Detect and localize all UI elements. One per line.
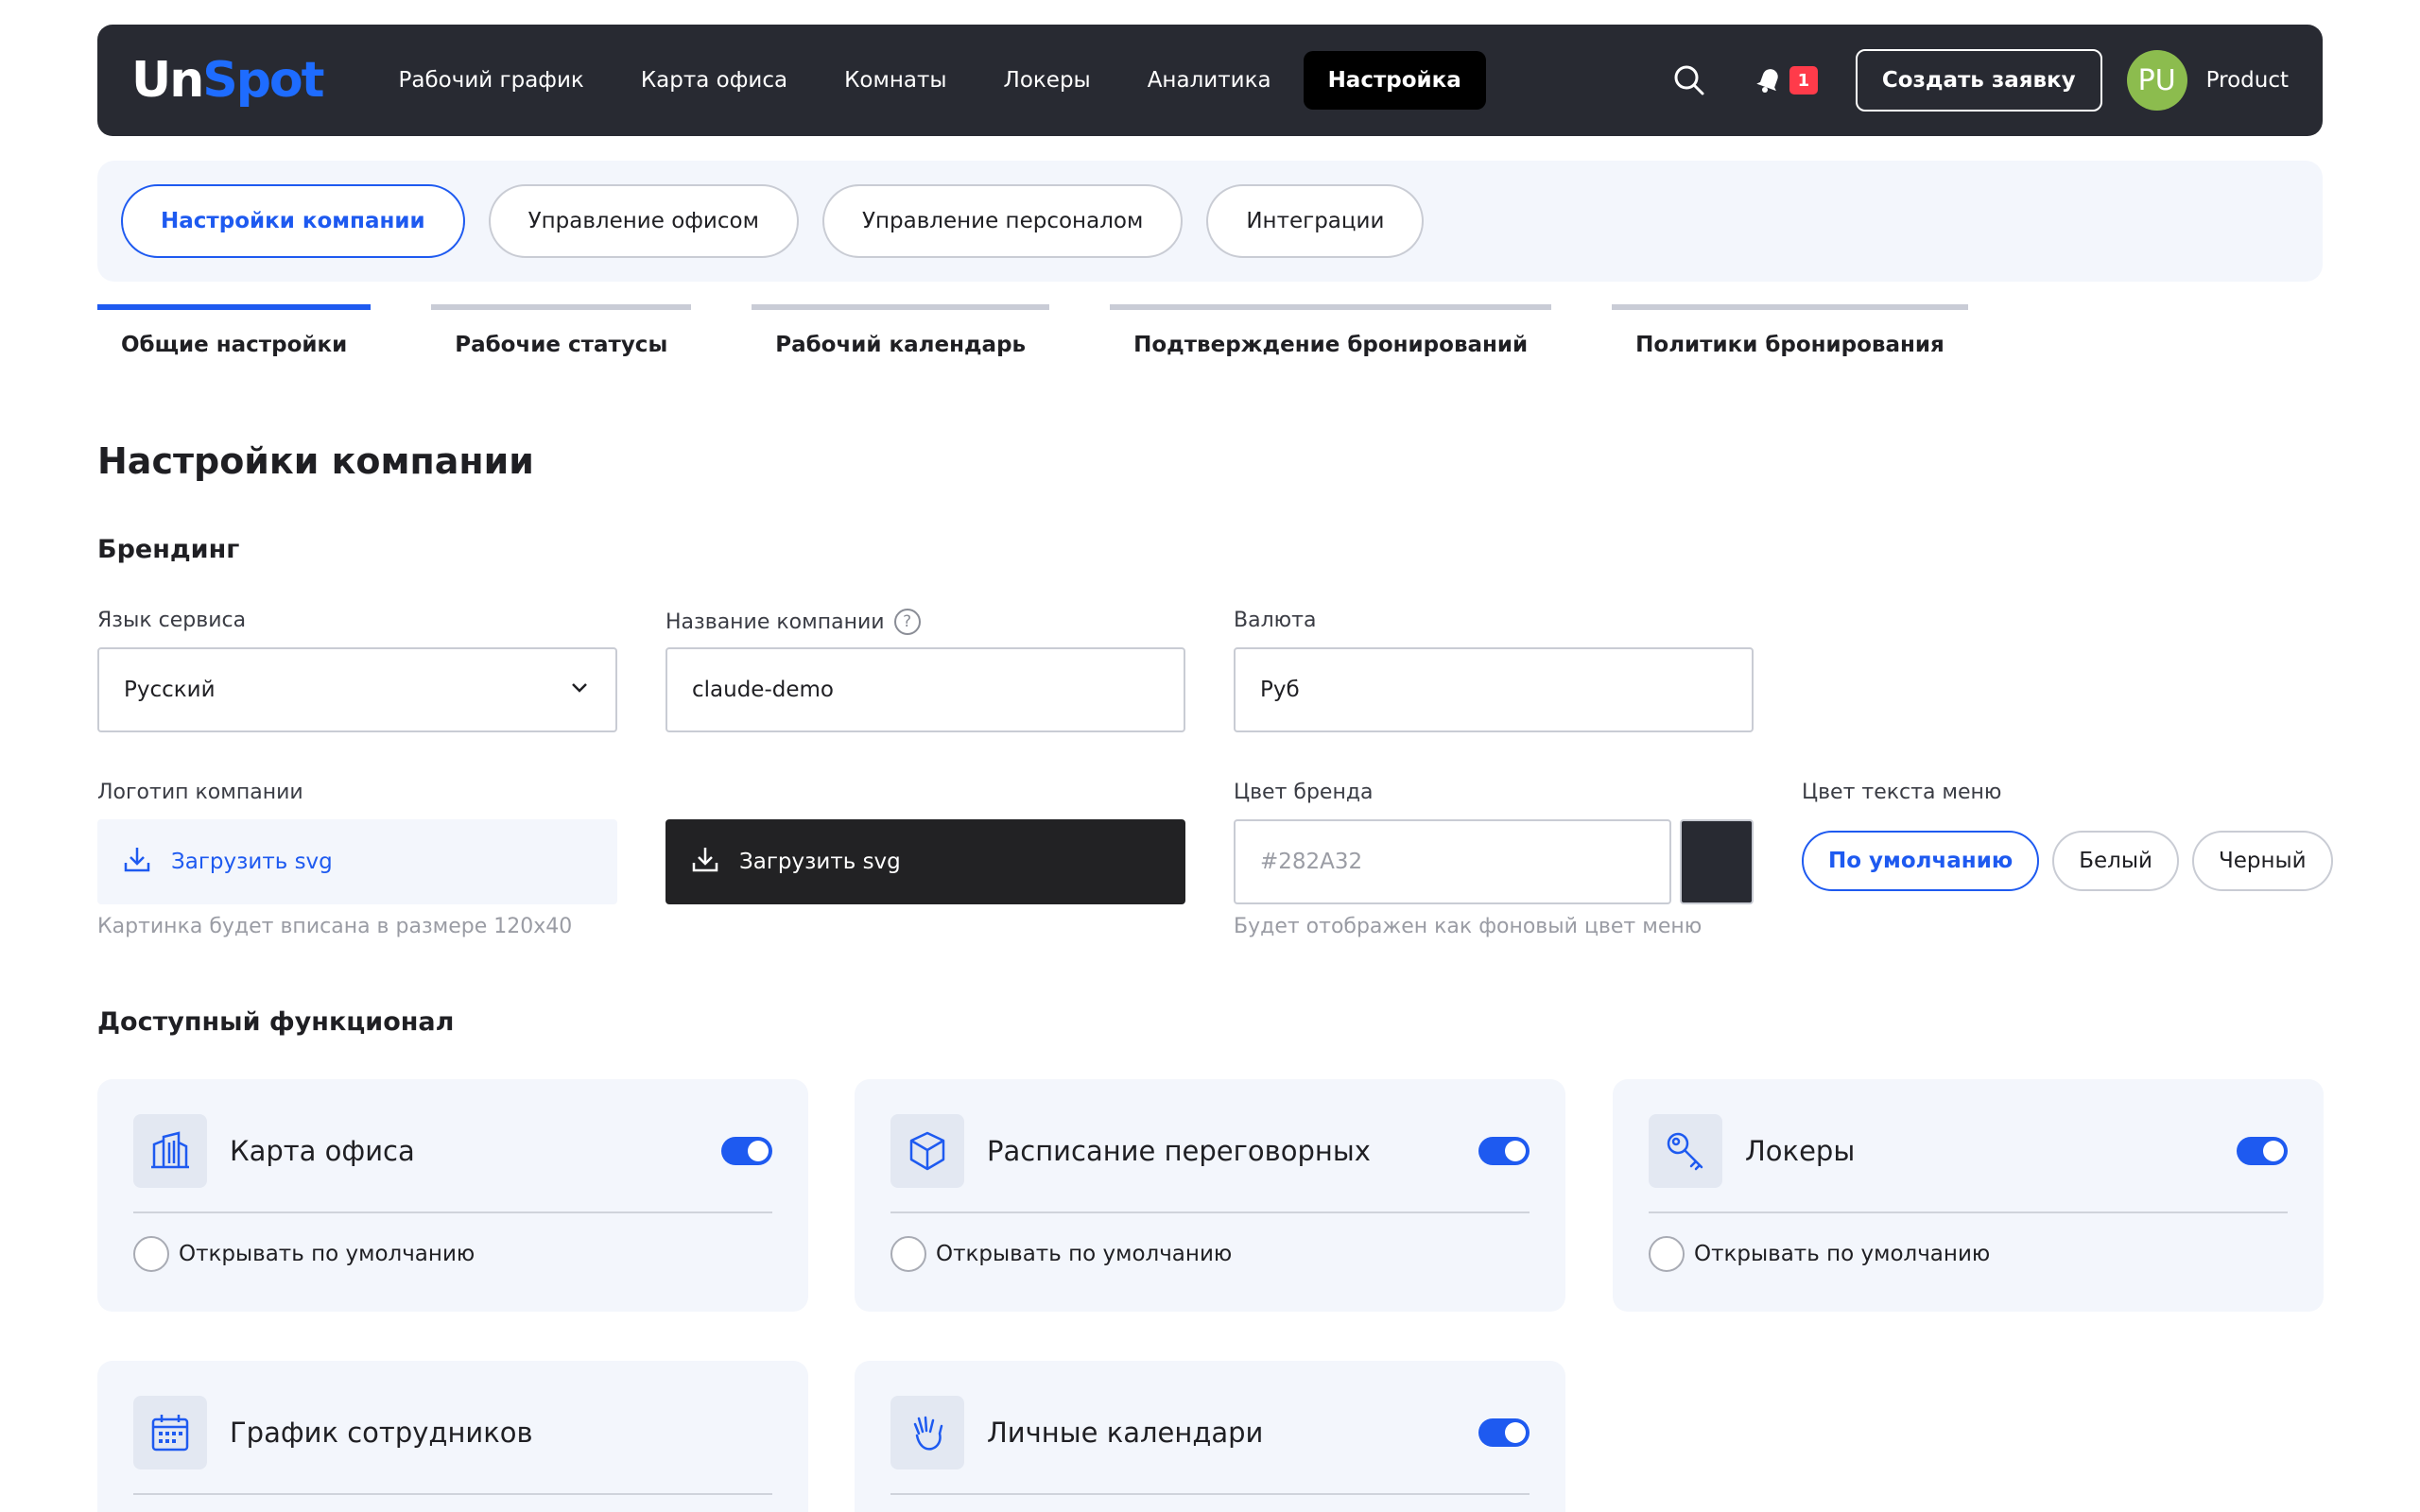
currency-input[interactable]: Руб (1234, 647, 1754, 732)
currency-label: Валюта (1234, 609, 1317, 632)
brand-color-input[interactable]: #282A32 (1234, 819, 1671, 904)
open-default-label: Открывать по умолчанию (179, 1242, 475, 1266)
logo-hint: Картинка будет вписана в размере 120х40 (97, 915, 573, 938)
language-label: Язык сервиса (97, 609, 247, 632)
tab-company-settings[interactable]: Настройки компании (121, 184, 465, 258)
divider (890, 1493, 1530, 1495)
header-actions: 1 Создать заявку PU Product (1663, 49, 2289, 112)
cube-icon (890, 1114, 964, 1188)
subtab-work-statuses[interactable]: Рабочие статусы (431, 304, 692, 357)
calendar-icon (133, 1396, 207, 1469)
key-icon (1649, 1114, 1722, 1188)
divider (133, 1493, 772, 1495)
feature-title: Карта офиса (230, 1135, 415, 1167)
unspot-logo[interactable]: UnSpot (131, 56, 325, 105)
branding-title: Брендинг (97, 535, 240, 564)
menu-text-white-option[interactable]: Белый (2052, 831, 2179, 891)
company-name-value: claude-demo (692, 678, 834, 702)
brand-color-swatch[interactable] (1680, 819, 1754, 904)
menu-text-color-options: По умолчанию Белый Черный (1802, 831, 2333, 891)
menu-text-default-option[interactable]: По умолчанию (1802, 831, 2040, 891)
subtab-booking-policies[interactable]: Политики бронирования (1612, 304, 1968, 357)
nav-analytics[interactable]: Аналитика (1123, 51, 1296, 110)
tab-staff-management[interactable]: Управление персоналом (821, 184, 1184, 258)
menu-text-color-label: Цвет текста меню (1802, 781, 2002, 804)
feature-title: График сотрудников (230, 1417, 533, 1449)
company-name-input[interactable]: claude-demo (666, 647, 1185, 732)
main-nav: Рабочий график Карта офиса Комнаты Локер… (374, 51, 1486, 110)
brand-color-label: Цвет бренда (1234, 781, 1374, 804)
language-value: Русский (124, 678, 216, 702)
feature-toggle[interactable] (1478, 1418, 1530, 1447)
upload-light-label: Загрузить svg (171, 850, 333, 874)
help-icon[interactable]: ? (893, 609, 921, 635)
feature-card-room-schedule: Расписание переговорных Открывать по умо… (855, 1079, 1565, 1312)
nav-rooms[interactable]: Комнаты (820, 51, 971, 110)
top-header: UnSpot Рабочий график Карта офиса Комнат… (97, 25, 2323, 136)
menu-text-black-option[interactable]: Черный (2191, 831, 2333, 891)
feature-card-staff-schedule: График сотрудников (97, 1361, 808, 1512)
feature-toggle[interactable] (2237, 1137, 2288, 1165)
feature-card-lockers: Локеры Открывать по умолчанию (1613, 1079, 2324, 1312)
chevron-down-icon (568, 676, 591, 704)
bell-icon (1754, 62, 1786, 98)
feature-title: Локеры (1745, 1135, 1856, 1167)
brand-color-placeholder: #282A32 (1260, 850, 1363, 874)
nav-office-map[interactable]: Карта офиса (616, 51, 812, 110)
tab-integrations[interactable]: Интеграции (1206, 184, 1425, 258)
tab-office-management[interactable]: Управление офисом (488, 184, 799, 258)
nav-settings[interactable]: Настройка (1303, 51, 1486, 110)
upload-dark-label: Загрузить svg (739, 850, 901, 874)
notifications-button[interactable]: 1 (1754, 62, 1818, 98)
search-icon[interactable] (1663, 54, 1716, 107)
sub-tabs: Общие настройки Рабочие статусы Рабочий … (97, 304, 2029, 357)
feature-card-personal-calendars: Личные календари (855, 1361, 1565, 1512)
features-title: Доступный функционал (97, 1007, 455, 1037)
logo-label: Логотип компании (97, 781, 303, 804)
feature-toggle[interactable] (721, 1137, 772, 1165)
feature-toggle[interactable] (1478, 1137, 1530, 1165)
feature-title: Расписание переговорных (987, 1135, 1371, 1167)
currency-value: Руб (1260, 678, 1300, 702)
open-default-radio[interactable] (133, 1236, 169, 1272)
feature-card-office-map: Карта офиса Открывать по умолчанию (97, 1079, 808, 1312)
open-default-label: Открывать по умолчанию (936, 1242, 1233, 1266)
nav-work-schedule[interactable]: Рабочий график (374, 51, 609, 110)
company-name-label-row: Название компании ? (666, 609, 921, 635)
user-name[interactable]: Product (2206, 68, 2289, 93)
page-title: Настройки компании (97, 440, 534, 482)
download-icon (690, 844, 720, 880)
logo-un: Un (131, 52, 204, 109)
create-request-button[interactable]: Создать заявку (1855, 49, 2102, 112)
subtab-general[interactable]: Общие настройки (97, 304, 372, 357)
logo-spot: Spot (202, 52, 324, 109)
notification-badge: 1 (1789, 66, 1818, 94)
settings-section-tabs: Настройки компании Управление офисом Упр… (97, 161, 2323, 282)
avatar[interactable]: PU (2126, 50, 2187, 111)
open-default-label: Открывать по умолчанию (1694, 1242, 1991, 1266)
subtab-booking-confirmation[interactable]: Подтверждение бронирований (1110, 304, 1552, 357)
feature-title: Личные календари (987, 1417, 1264, 1449)
open-default-radio[interactable] (890, 1236, 926, 1272)
nav-lockers[interactable]: Локеры (979, 51, 1115, 110)
language-select[interactable]: Русский (97, 647, 617, 732)
building-icon (133, 1114, 207, 1188)
upload-logo-dark-button[interactable]: Загрузить svg (666, 819, 1185, 904)
brand-color-hint: Будет отображен как фоновый цвет меню (1234, 915, 1703, 938)
company-name-label: Название компании (666, 610, 885, 634)
subtab-work-calendar[interactable]: Рабочий календарь (752, 304, 1050, 357)
hand-icon (890, 1396, 964, 1469)
open-default-radio[interactable] (1649, 1236, 1685, 1272)
download-icon (122, 844, 152, 880)
upload-logo-light-button[interactable]: Загрузить svg (97, 819, 617, 904)
